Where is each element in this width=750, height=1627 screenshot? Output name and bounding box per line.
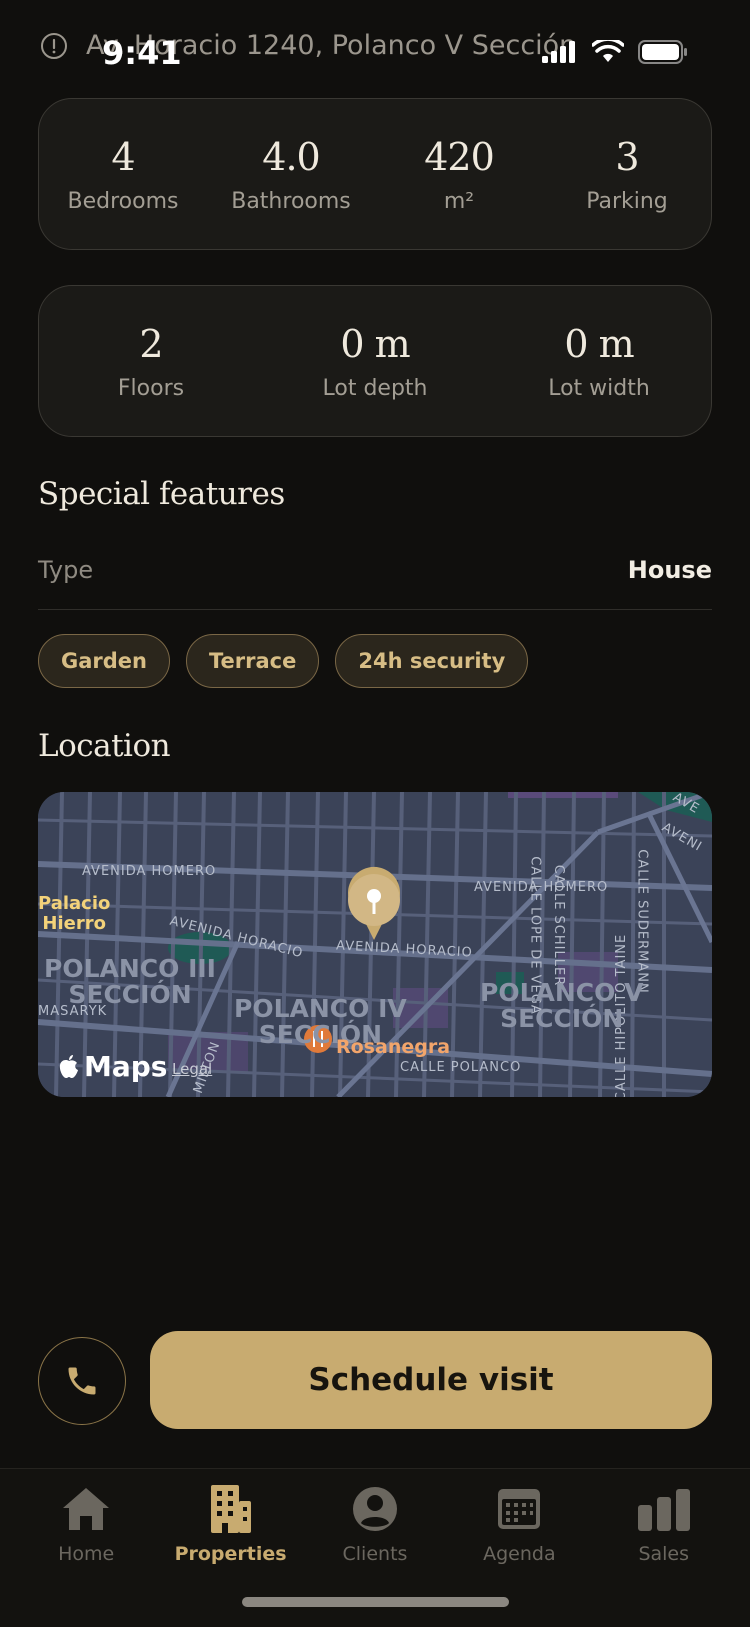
stat-bedrooms: 4 Bedrooms bbox=[39, 135, 207, 214]
tab-label: Home bbox=[58, 1543, 115, 1565]
apple-maps-logo: Maps bbox=[58, 1050, 167, 1083]
system-status-icons bbox=[542, 40, 688, 64]
tab-agenda[interactable]: Agenda bbox=[449, 1481, 589, 1565]
tab-label: Properties bbox=[174, 1543, 287, 1565]
phone-icon bbox=[68, 1367, 96, 1395]
stat-label: Bathrooms bbox=[231, 188, 351, 214]
maps-logo-text: Maps bbox=[84, 1050, 168, 1083]
stat-bathrooms: 4.0 Bathrooms bbox=[207, 135, 375, 214]
tab-sales[interactable]: Sales bbox=[594, 1481, 734, 1565]
calendar-icon bbox=[491, 1481, 547, 1537]
map-street-label: AVENIDA HOMERO bbox=[82, 864, 217, 879]
map-street-label: CALLE POLANCO bbox=[400, 1060, 522, 1075]
stat-parking: 3 Parking bbox=[543, 135, 711, 214]
tab-label: Agenda bbox=[483, 1543, 556, 1565]
person-circle-icon bbox=[347, 1481, 403, 1537]
tab-properties[interactable]: Properties bbox=[161, 1481, 301, 1565]
stat-label: Bedrooms bbox=[67, 188, 179, 214]
stat-label: Floors bbox=[117, 375, 185, 401]
property-stats-card: 4 Bedrooms 4.0 Bathrooms 420 m² 3 Parkin… bbox=[38, 98, 712, 250]
map-poi-palacio: Palacio Hierro bbox=[38, 893, 111, 934]
clock-time: 9:41 bbox=[102, 34, 182, 72]
tab-clients[interactable]: Clients bbox=[305, 1481, 445, 1565]
feature-chip-garden: Garden bbox=[38, 634, 170, 688]
stat-value: 4.0 bbox=[262, 134, 320, 179]
stat-value: 4 bbox=[111, 134, 135, 179]
tab-label: Sales bbox=[638, 1543, 690, 1565]
schedule-visit-button[interactable]: Schedule visit bbox=[150, 1331, 712, 1429]
wifi-icon bbox=[592, 40, 624, 62]
stat-area: 420 m² bbox=[375, 135, 543, 214]
location-map[interactable]: AVENIDA HOMERO AVENIDA HOMERO AVENIDA HO… bbox=[38, 792, 712, 1097]
map-neighborhood-label: POLANCO III SECCIÓN bbox=[44, 954, 216, 1009]
stat-value: 3 bbox=[615, 134, 639, 179]
stat-floors: 2 Floors bbox=[39, 322, 263, 401]
cellular-signal-icon bbox=[542, 41, 575, 63]
call-button[interactable] bbox=[38, 1337, 126, 1425]
tab-label: Clients bbox=[342, 1543, 408, 1565]
feature-chip-terrace: Terrace bbox=[186, 634, 320, 688]
house-icon bbox=[58, 1481, 114, 1537]
tab-home[interactable]: Home bbox=[16, 1481, 156, 1565]
feature-chips: Garden Terrace 24h security bbox=[38, 634, 529, 688]
stat-label: Lot width bbox=[548, 375, 650, 401]
lot-stats-card: 2 Floors 0 m Lot depth 0 m Lot width bbox=[38, 285, 712, 437]
info-icon bbox=[41, 32, 67, 59]
map-poi-restaurant: Rosanegra bbox=[336, 1036, 451, 1058]
tab-bar: Home Properties Clients Agenda Sales bbox=[0, 1468, 750, 1627]
stat-label: Parking bbox=[586, 188, 668, 214]
type-label: Type bbox=[38, 556, 94, 584]
stat-value: 0 m bbox=[564, 321, 634, 366]
stat-value: 0 m bbox=[340, 321, 410, 366]
stat-label: m² bbox=[443, 188, 475, 214]
stat-lot-width: 0 m Lot width bbox=[487, 322, 711, 401]
status-bar: Av. Horacio 1240, Polanco V Sección 9:41 bbox=[0, 0, 750, 100]
apple-logo-icon bbox=[59, 1054, 78, 1078]
chart-bars-icon bbox=[636, 1481, 692, 1537]
map-neighborhood-label: POLANCO V SECCIÓN bbox=[480, 978, 644, 1033]
building-icon bbox=[203, 1481, 259, 1537]
type-row: Type House bbox=[38, 556, 712, 610]
location-title: Location bbox=[38, 728, 171, 764]
special-features-title: Special features bbox=[38, 476, 285, 512]
map-street-label: CALLE SUDERMANN bbox=[634, 849, 650, 994]
stat-lot-depth: 0 m Lot depth bbox=[263, 322, 487, 401]
map-legal-link[interactable]: Legal bbox=[172, 1060, 212, 1078]
map-street-label: CALLE SCHILLER bbox=[551, 864, 567, 987]
stat-label: Lot depth bbox=[322, 375, 428, 401]
type-value: House bbox=[627, 556, 712, 584]
battery-icon bbox=[638, 40, 687, 64]
home-indicator[interactable] bbox=[242, 1597, 509, 1607]
stat-value: 2 bbox=[139, 321, 163, 366]
stat-value: 420 bbox=[424, 134, 495, 179]
feature-chip-security: 24h security bbox=[335, 634, 529, 688]
